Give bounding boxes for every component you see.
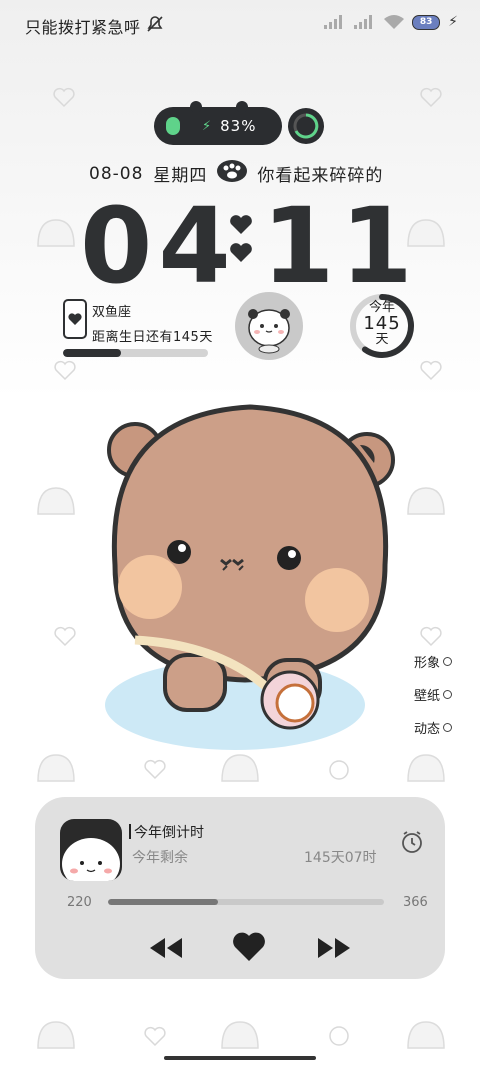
bear-pattern-icon bbox=[37, 1021, 75, 1049]
heart-button[interactable] bbox=[232, 931, 266, 967]
progress-end-value: 366 bbox=[403, 895, 428, 910]
battery-icon: 83 bbox=[412, 14, 441, 30]
clock-heart-separator bbox=[228, 212, 254, 268]
birthday-progress-fill bbox=[63, 349, 121, 357]
bear-pattern-icon bbox=[407, 754, 445, 782]
charging-bolt-icon: ⚡ bbox=[448, 14, 458, 30]
bear-pattern-icon bbox=[37, 219, 75, 247]
home-indicator[interactable] bbox=[164, 1056, 316, 1060]
menu-item-dynamic[interactable]: 动态 bbox=[414, 718, 452, 737]
battery-level-icon bbox=[166, 117, 180, 135]
panda-avatar-icon bbox=[248, 309, 290, 354]
bear-illustration[interactable] bbox=[95, 395, 405, 765]
birthday-countdown: 距离生日还有145天 bbox=[92, 330, 213, 345]
heart-pattern-icon bbox=[54, 360, 76, 381]
clock-minutes: 11 bbox=[262, 185, 419, 307]
menu-item-label: 壁纸 bbox=[413, 689, 440, 704]
bear-pattern-icon bbox=[407, 1021, 445, 1049]
bolt-icon: ⚡ bbox=[202, 118, 213, 134]
card-progress-bar[interactable] bbox=[108, 899, 384, 905]
card-progress-fill bbox=[108, 899, 219, 905]
heart-pattern-icon bbox=[420, 360, 442, 381]
bear-pattern-icon bbox=[221, 1021, 259, 1049]
card-title: 今年倒计时 bbox=[134, 825, 204, 841]
signal-icon bbox=[324, 15, 343, 29]
radio-dot-icon bbox=[443, 690, 452, 699]
rewind-button[interactable] bbox=[148, 936, 184, 964]
bear-pattern-icon bbox=[407, 487, 445, 515]
menu-item-wallpaper[interactable]: 壁纸 bbox=[414, 685, 452, 704]
title-bar-accent bbox=[129, 824, 131, 839]
menu-item-label: 形象 bbox=[413, 656, 440, 671]
clock-minutes-wrap: 11 bbox=[262, 186, 419, 306]
bear-pattern-icon bbox=[37, 754, 75, 782]
signal-icon bbox=[354, 15, 373, 29]
menu-item-avatar[interactable]: 形象 bbox=[414, 652, 452, 671]
side-menu: 形象 壁纸 动态 bbox=[414, 652, 452, 737]
charge-ring-icon bbox=[288, 108, 324, 144]
year-days-number: 145 bbox=[363, 313, 401, 334]
charge-ears bbox=[190, 101, 248, 112]
charge-widget[interactable]: ⚡ 83% bbox=[154, 107, 282, 145]
progress-start-value: 220 bbox=[67, 895, 92, 910]
wifi-icon bbox=[384, 15, 405, 29]
card-remaining: 145天07时 bbox=[304, 850, 377, 866]
clock: 04 bbox=[80, 186, 237, 306]
flower-pattern-icon bbox=[329, 1026, 349, 1046]
birthday-progress-bar bbox=[63, 349, 208, 357]
menu-item-label: 动态 bbox=[413, 722, 440, 737]
avatar[interactable] bbox=[235, 292, 303, 360]
fast-forward-button[interactable] bbox=[316, 936, 352, 964]
date-text: 08-08 bbox=[89, 163, 144, 184]
year-countdown-text: 今年 145 天 bbox=[348, 300, 416, 348]
heart-pattern-icon bbox=[144, 1026, 166, 1047]
year-unit: 天 bbox=[375, 332, 389, 347]
clock-hours: 04 bbox=[80, 185, 237, 307]
bell-off-icon bbox=[145, 14, 165, 38]
phone-heart-icon bbox=[63, 299, 87, 343]
radio-dot-icon bbox=[443, 657, 452, 666]
heart-pattern-icon bbox=[420, 87, 442, 108]
mood-text: 你看起来碎碎的 bbox=[257, 166, 384, 186]
radio-dot-icon bbox=[443, 723, 452, 732]
status-bar-right: 83 ⚡ bbox=[324, 14, 458, 30]
panda-album-art[interactable] bbox=[60, 819, 122, 881]
charge-percent: 83% bbox=[220, 117, 257, 135]
zodiac-sign: 双鱼座 bbox=[92, 305, 132, 320]
heart-pattern-icon bbox=[54, 626, 76, 647]
weekday-text: 星期四 bbox=[153, 166, 208, 186]
paw-icon bbox=[217, 160, 248, 187]
alarm-clock-icon[interactable] bbox=[400, 830, 424, 858]
bear-pattern-icon bbox=[37, 487, 75, 515]
heart-pattern-icon bbox=[420, 626, 442, 647]
date-row: 08-08 星期四 你看起来碎碎的 bbox=[89, 160, 383, 187]
card-subtitle: 今年剩余 bbox=[132, 850, 188, 866]
status-bar-carrier-text: 只能拨打紧急呼 bbox=[25, 18, 141, 37]
heart-pattern-icon bbox=[53, 87, 75, 108]
